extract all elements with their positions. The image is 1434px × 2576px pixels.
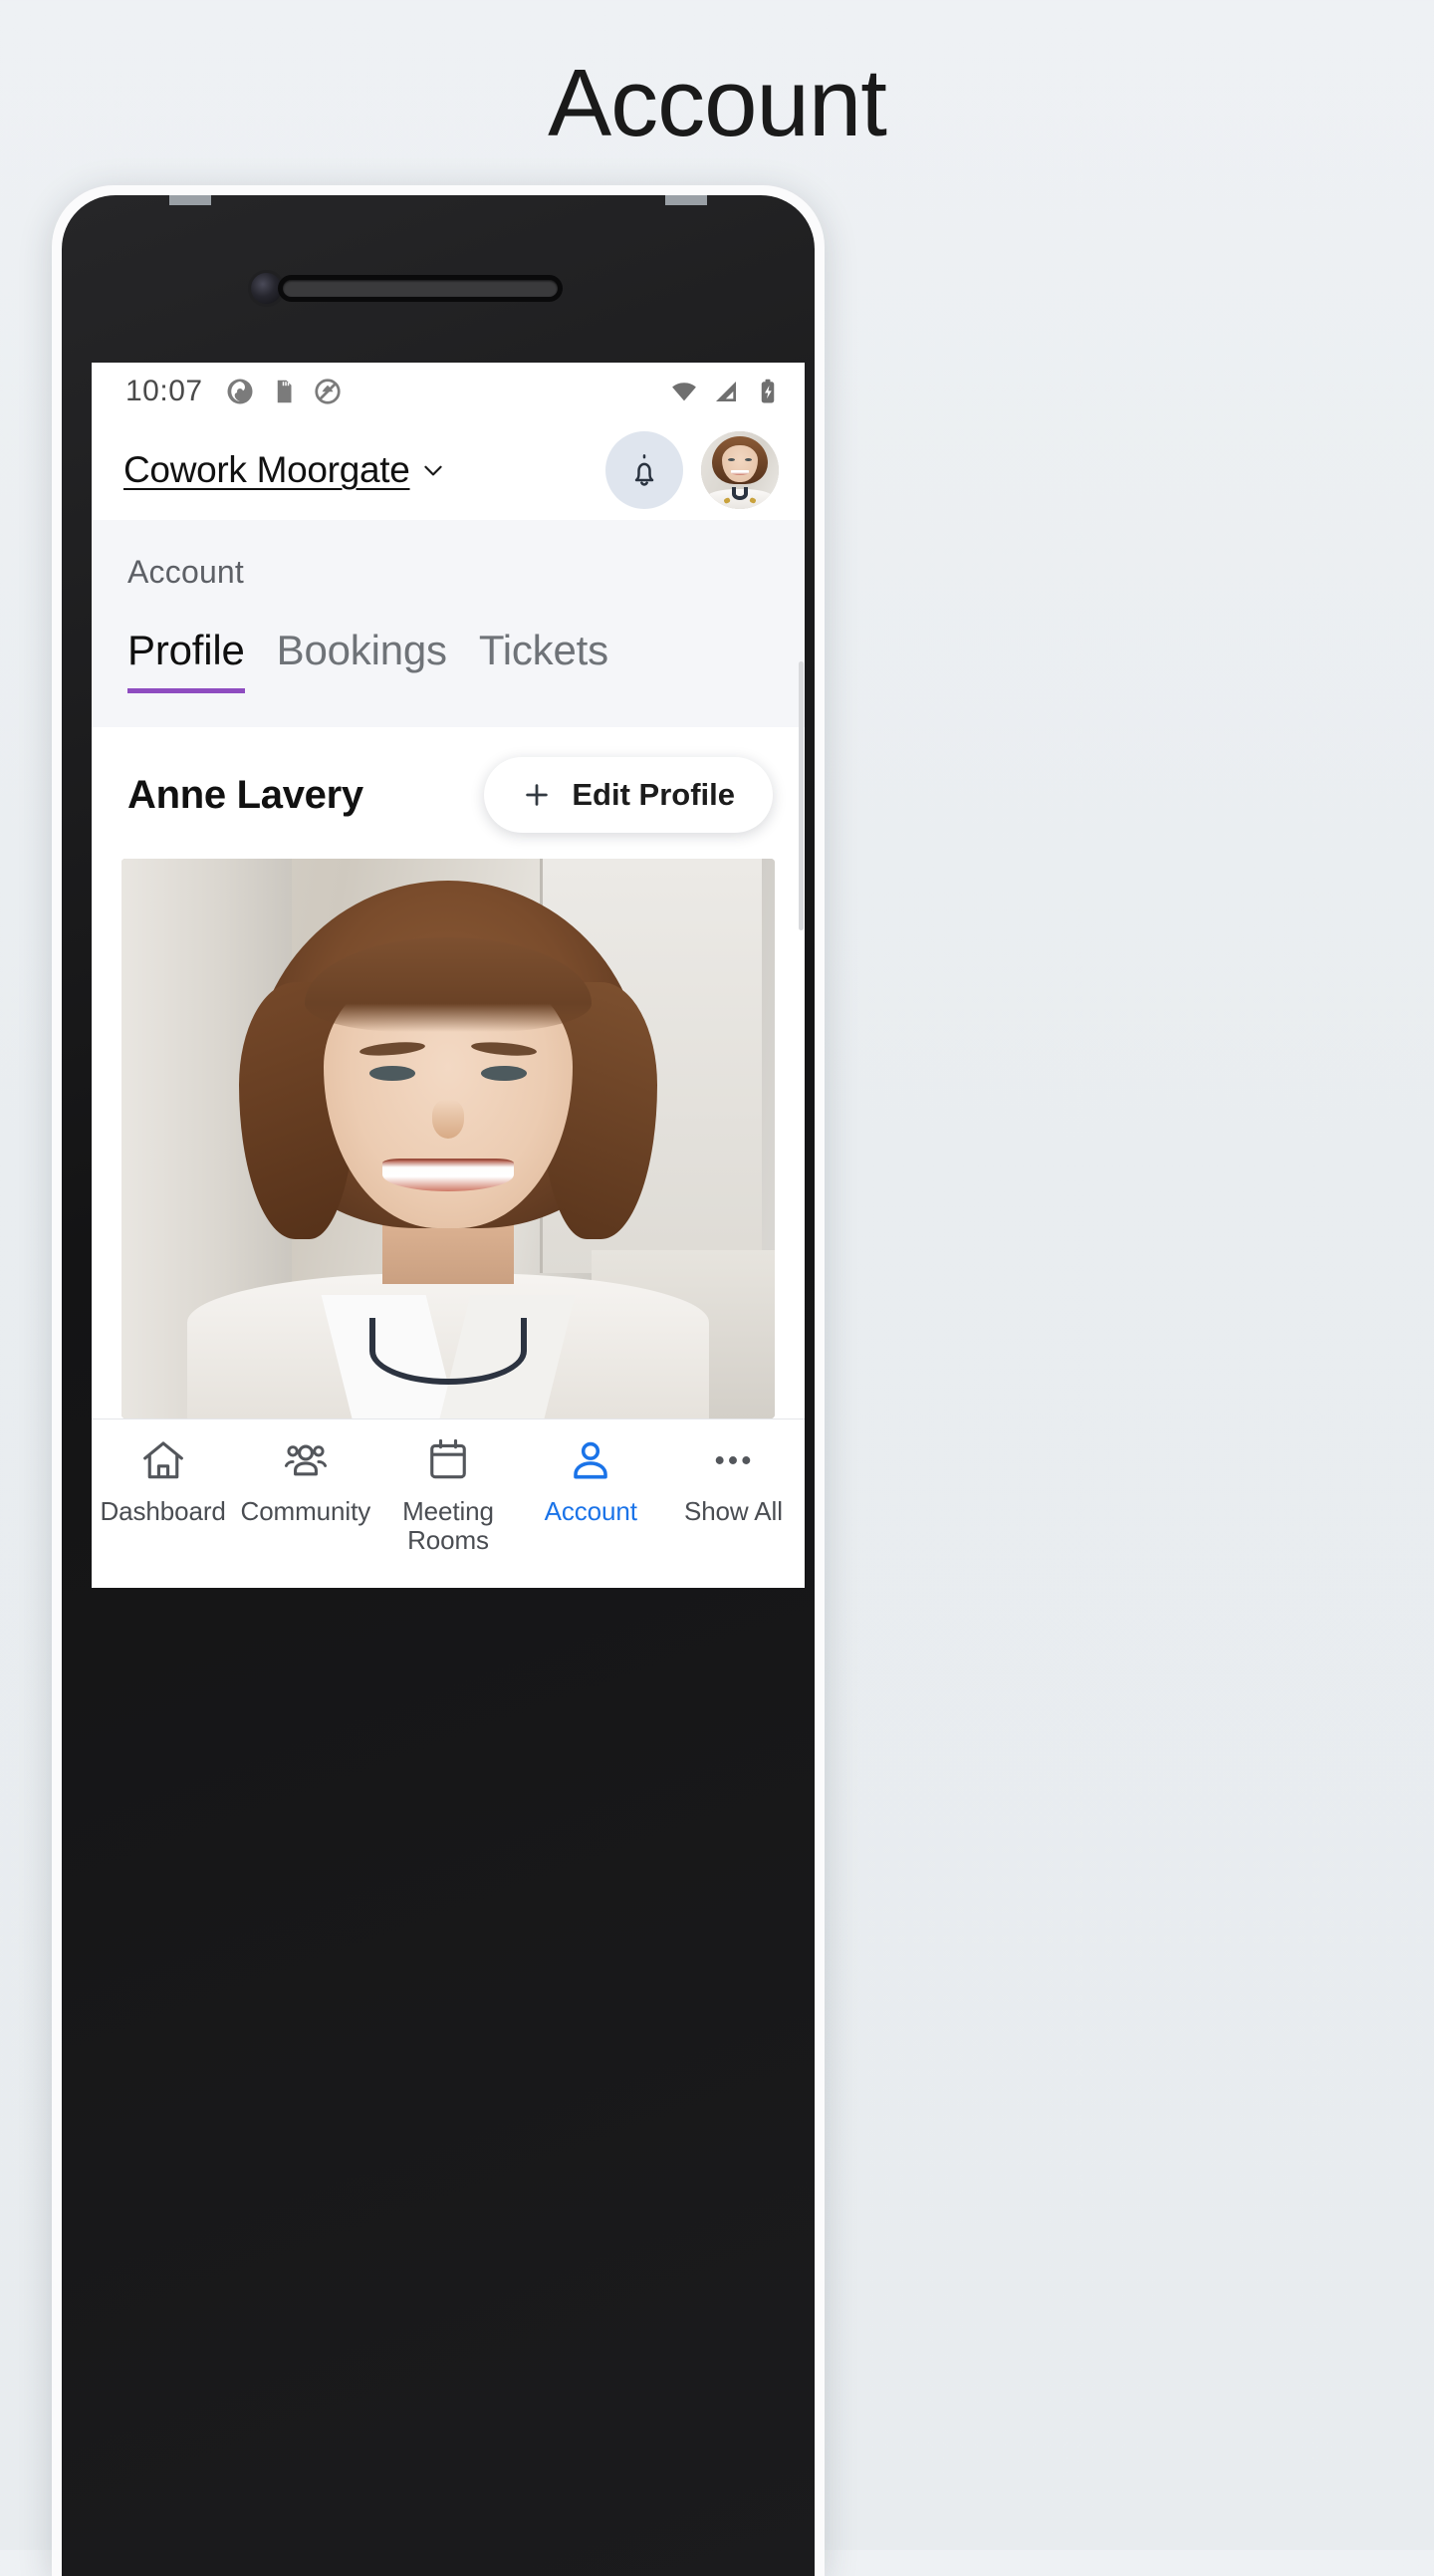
profile-name: Anne Lavery: [127, 772, 363, 817]
nav-label-account: Account: [544, 1496, 637, 1526]
tab-profile[interactable]: Profile: [127, 627, 245, 693]
nav-item-show-all[interactable]: Show All: [662, 1435, 805, 1526]
status-bar: 10:07: [92, 363, 805, 420]
sd-card-icon: [277, 380, 292, 403]
profile-header: Anne Lavery Edit Profile: [92, 727, 805, 859]
phone-frame-notch-left: [169, 195, 211, 205]
nav-item-dashboard[interactable]: Dashboard: [92, 1435, 234, 1526]
front-camera-icon: [251, 273, 282, 304]
nav-label-show-all: Show All: [683, 1496, 783, 1526]
tab-tickets[interactable]: Tickets: [479, 627, 608, 693]
plus-icon: [526, 784, 549, 806]
wifi-icon: [672, 383, 696, 401]
app-header: Cowork Moorgate: [92, 420, 805, 520]
nav-label-meeting-rooms: Meeting Rooms: [402, 1496, 494, 1556]
nav-item-meeting-rooms[interactable]: Meeting Rooms: [376, 1435, 519, 1555]
account-section-header: Account Profile Bookings Tickets: [92, 520, 805, 727]
scrollbar[interactable]: [799, 661, 804, 930]
app-sync-icon: [227, 379, 253, 404]
profile-photo-container: [92, 859, 805, 1418]
profile-photo: [121, 859, 775, 1418]
do-not-disturb-icon: [314, 379, 341, 404]
phone-body: 10:07 Cowork Moorgate Account Profile Bo…: [62, 195, 815, 2576]
status-system-icons: [669, 377, 783, 406]
edit-profile-label: Edit Profile: [572, 777, 735, 812]
home-icon: [142, 1441, 183, 1479]
page-title: Account: [548, 50, 887, 156]
tab-bar: Profile Bookings Tickets: [92, 591, 805, 693]
calendar-icon: [430, 1438, 466, 1479]
section-label: Account: [127, 554, 245, 590]
chevron-down-icon: [423, 465, 442, 476]
earpiece-speaker-icon: [283, 280, 558, 297]
app-screen: 10:07 Cowork Moorgate Account Profile Bo…: [92, 363, 805, 1588]
ellipsis-icon: [716, 1456, 751, 1464]
edit-profile-button[interactable]: Edit Profile: [484, 757, 773, 833]
app-header-actions: [605, 431, 779, 509]
phone-mockup: 10:07 Cowork Moorgate Account Profile Bo…: [52, 185, 825, 2576]
nav-label-community: Community: [240, 1496, 371, 1526]
nav-item-community[interactable]: Community: [234, 1435, 376, 1526]
status-time: 10:07: [125, 375, 203, 407]
venue-selector[interactable]: Cowork Moorgate: [123, 449, 446, 491]
bell-icon: [634, 454, 654, 486]
people-icon: [284, 1444, 327, 1476]
nav-label-dashboard: Dashboard: [100, 1496, 226, 1526]
avatar[interactable]: [701, 431, 779, 509]
phone-frame-notch-right: [665, 195, 707, 205]
status-notification-icons: [225, 377, 343, 406]
tab-bookings[interactable]: Bookings: [277, 627, 447, 693]
person-icon: [574, 1441, 607, 1479]
battery-charging-icon: [761, 379, 775, 403]
notifications-button[interactable]: [605, 431, 683, 509]
bottom-navigation: Dashboard Community Meeting Rooms Accoun…: [92, 1418, 805, 1588]
nav-item-account[interactable]: Account: [520, 1435, 662, 1526]
venue-name: Cowork Moorgate: [123, 449, 410, 490]
cellular-signal-icon: [716, 382, 736, 401]
